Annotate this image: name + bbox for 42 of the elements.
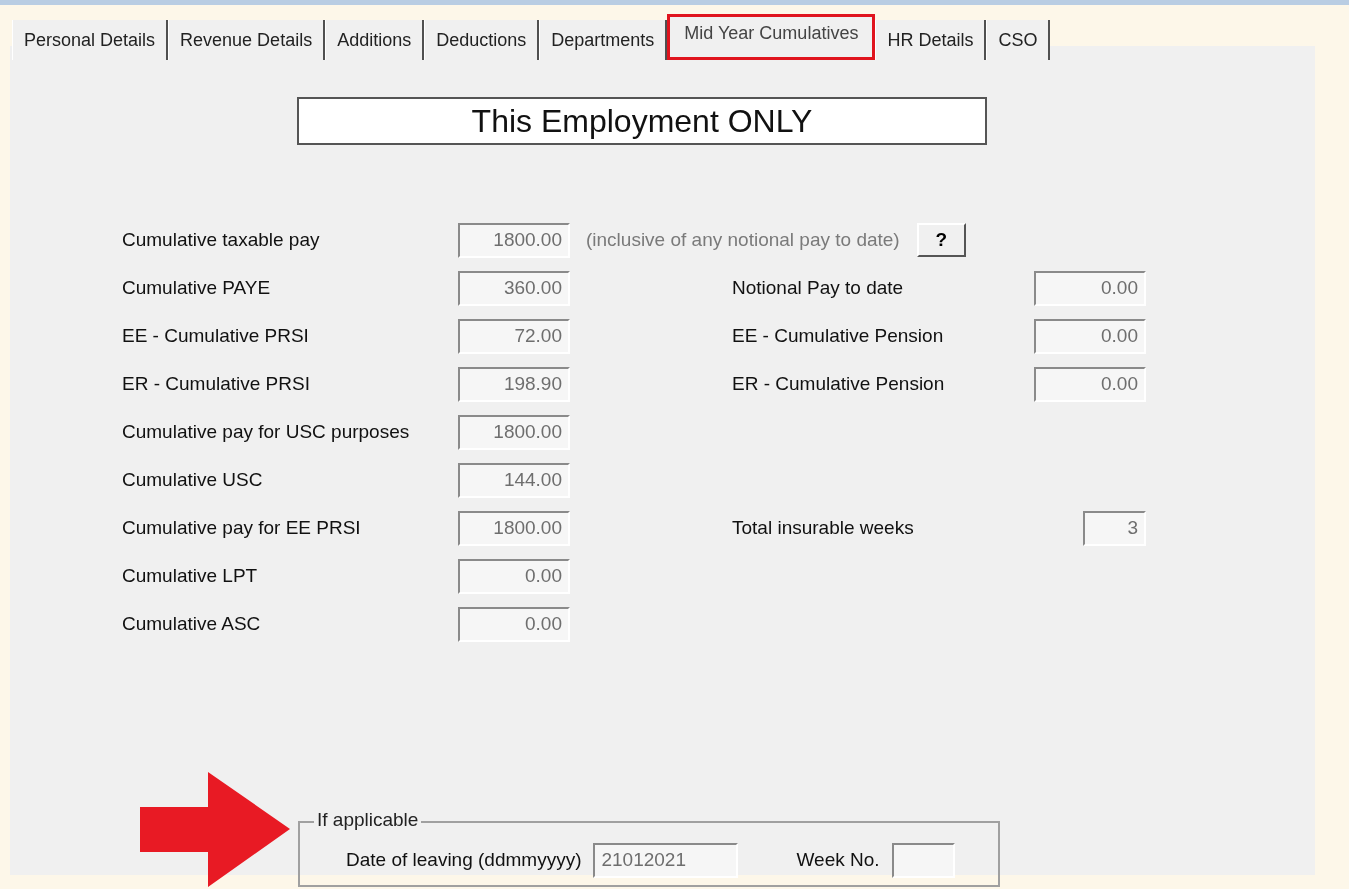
- field-label: Cumulative taxable pay: [122, 229, 321, 251]
- tab[interactable]: Deductions: [424, 20, 540, 60]
- number-field[interactable]: 0.00: [1034, 318, 1146, 354]
- tab[interactable]: Personal Details: [12, 20, 169, 60]
- field-label: EE - Cumulative PRSI: [122, 325, 310, 347]
- field-label: Date of leaving (ddmmyyyy): [346, 849, 582, 871]
- number-field[interactable]: 144.00: [458, 462, 570, 498]
- tab[interactable]: Departments: [539, 20, 668, 60]
- number-field[interactable]: 3: [1083, 510, 1146, 546]
- tab[interactable]: CSO: [986, 20, 1051, 60]
- tab[interactable]: Revenue Details: [168, 20, 326, 60]
- field-label: Week No.: [796, 849, 880, 871]
- field-label: ER - Cumulative Pension: [732, 373, 946, 395]
- date-field[interactable]: 21012021: [593, 842, 739, 878]
- number-field[interactable]: 1800.00: [458, 222, 570, 258]
- tab[interactable]: HR Details: [875, 20, 987, 60]
- arrow-icon: [140, 772, 290, 887]
- section-heading: This Employment ONLY: [297, 97, 987, 145]
- field-label: Total insurable weeks: [732, 517, 915, 539]
- hint-text: (inclusive of any notional pay to date): [586, 229, 900, 251]
- week-field[interactable]: [891, 842, 955, 878]
- number-field[interactable]: 0.00: [458, 606, 570, 642]
- number-field[interactable]: 0.00: [1034, 366, 1146, 402]
- field-label: ER - Cumulative PRSI: [122, 373, 311, 395]
- number-field[interactable]: 72.00: [458, 318, 570, 354]
- number-field[interactable]: 1800.00: [458, 510, 570, 546]
- field-label: Cumulative LPT: [122, 565, 259, 587]
- field-label: EE - Cumulative Pension: [732, 325, 945, 347]
- field-label: Cumulative pay for EE PRSI: [122, 517, 362, 539]
- help-button[interactable]: ?: [916, 223, 966, 257]
- field-label: Cumulative USC: [122, 469, 264, 491]
- number-field[interactable]: 360.00: [458, 270, 570, 306]
- number-field[interactable]: 198.90: [458, 366, 570, 402]
- field-label: Notional Pay to date: [732, 277, 905, 299]
- number-field[interactable]: 1800.00: [458, 414, 570, 450]
- field-label: Cumulative ASC: [122, 613, 262, 635]
- field-label: Cumulative PAYE: [122, 277, 272, 299]
- number-field[interactable]: 0.00: [458, 558, 570, 594]
- field-label: Cumulative pay for USC purposes: [122, 421, 411, 443]
- number-field[interactable]: 0.00: [1034, 270, 1146, 306]
- tab[interactable]: Mid Year Cumulatives: [667, 14, 876, 60]
- tab[interactable]: Additions: [325, 20, 425, 60]
